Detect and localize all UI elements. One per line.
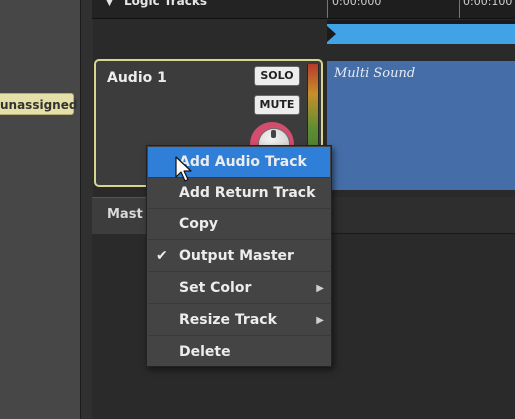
menu-item-label: Copy — [179, 216, 219, 232]
submenu-arrow-icon: ▶ — [316, 283, 324, 294]
menu-item-label: Delete — [179, 344, 231, 360]
ruler-tick — [327, 0, 328, 18]
ruler-time-label: 0:00:000 — [332, 0, 382, 8]
menu-item-copy[interactable]: Copy — [148, 209, 330, 240]
submenu-arrow-icon: ▶ — [316, 315, 324, 326]
header-title: Logic Tracks — [124, 0, 208, 8]
checkmark-icon: ✔ — [156, 248, 168, 264]
menu-item-resize-track[interactable]: Resize Track ▶ — [148, 305, 330, 336]
master-track-label: Mast — [107, 207, 143, 222]
loop-start-marker-icon[interactable] — [327, 26, 336, 42]
menu-item-label: Set Color — [179, 280, 252, 296]
mouse-pointer-icon — [175, 156, 192, 182]
collapse-triangle-icon[interactable]: ▼ — [106, 0, 113, 8]
track-context-menu: Add Audio Track Add Return Track Copy ✔ … — [146, 145, 332, 367]
solo-button[interactable]: SOLO — [254, 66, 300, 86]
menu-item-label: Add Return Track — [179, 185, 316, 201]
mute-button[interactable]: MUTE — [254, 95, 300, 115]
ruler-time-label: 0:00:100 — [463, 0, 513, 8]
menu-item-set-color[interactable]: Set Color ▶ — [148, 273, 330, 304]
left-panel — [0, 0, 80, 419]
menu-item-add-return-track[interactable]: Add Return Track — [148, 178, 330, 209]
menu-item-delete[interactable]: Delete — [148, 337, 330, 368]
menu-item-output-master[interactable]: ✔ Output Master — [148, 241, 330, 272]
loop-region[interactable] — [327, 24, 515, 44]
menu-item-label: Add Audio Track — [179, 154, 307, 170]
ruler-tick — [459, 0, 460, 18]
menu-item-label: Output Master — [179, 248, 294, 264]
knob-indicator — [271, 130, 276, 138]
unassigned-badge[interactable]: unassigned — [0, 93, 77, 115]
menu-item-label: Resize Track — [179, 312, 277, 328]
clip-name: Multi Sound — [334, 66, 416, 81]
track-name[interactable]: Audio 1 — [107, 69, 167, 87]
master-track-lane[interactable] — [327, 197, 515, 234]
